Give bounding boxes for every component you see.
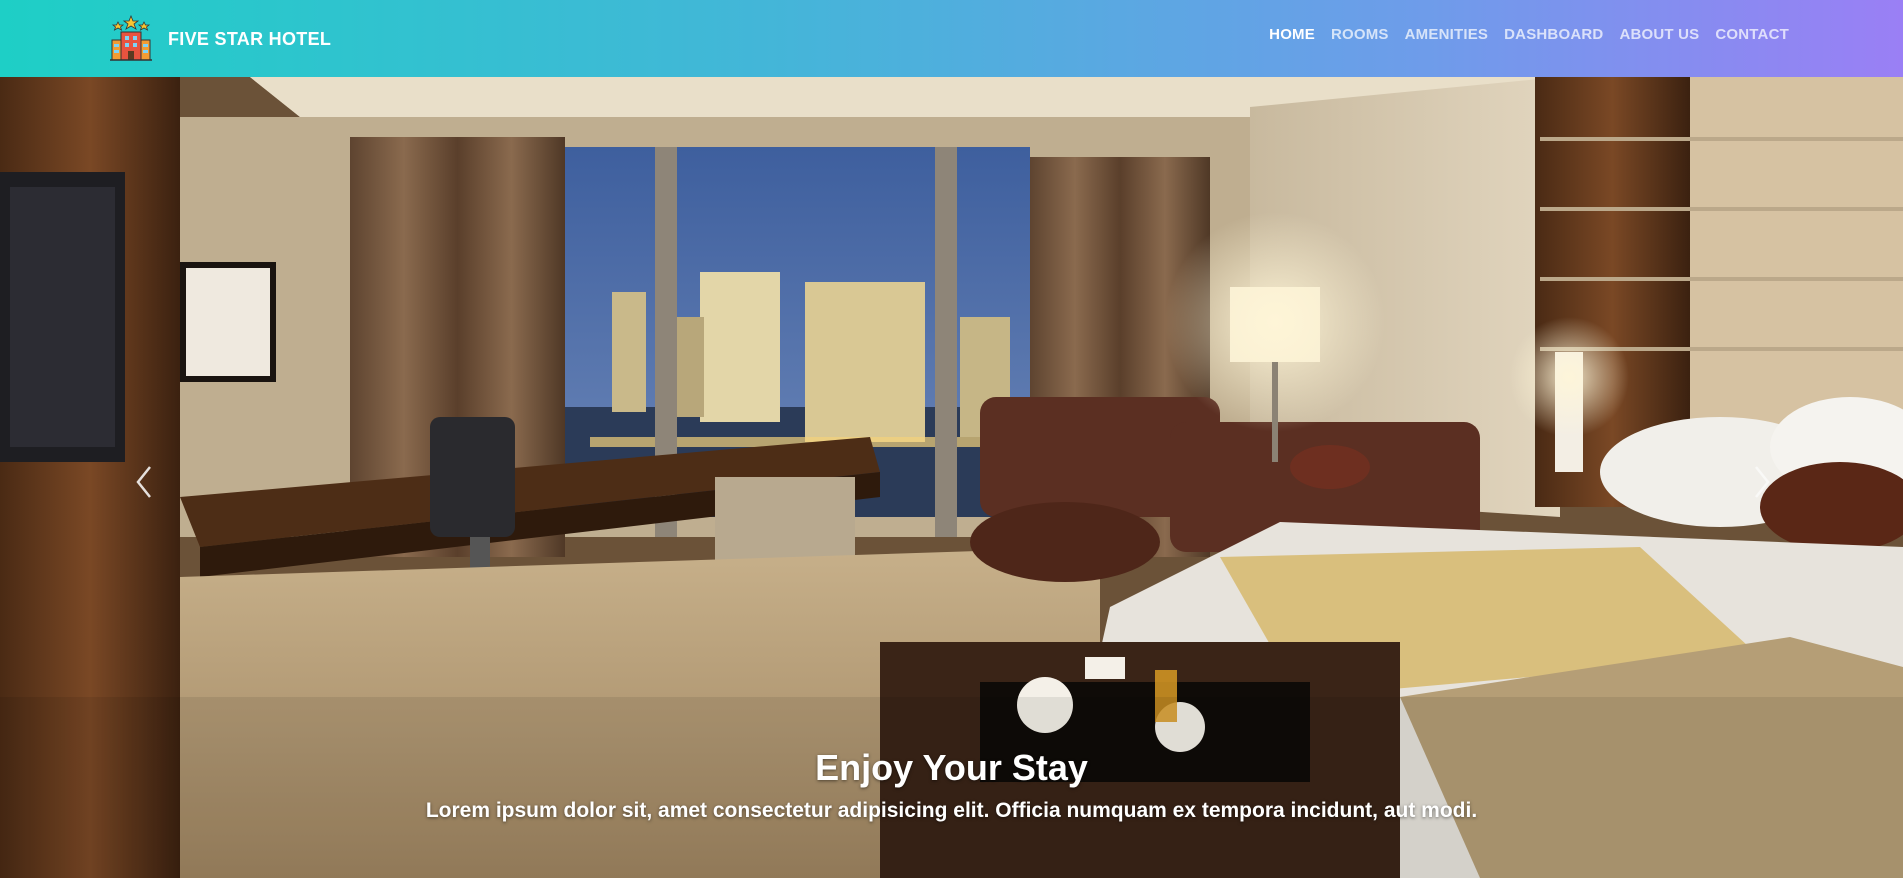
nav-contact[interactable]: CONTACT — [1715, 26, 1789, 43]
nav-rooms[interactable]: ROOMS — [1331, 26, 1389, 43]
chevron-right-icon — [1755, 466, 1770, 498]
carousel-next-button[interactable] — [1742, 457, 1782, 507]
nav-menu: HOME ROOMS AMENITIES DASHBOARD ABOUT US … — [1269, 26, 1789, 44]
nav-amenities[interactable]: AMENITIES — [1405, 26, 1488, 43]
top-navbar: FIVE STAR HOTEL HOME ROOMS AMENITIES DAS… — [0, 0, 1903, 77]
carousel-caption-text: Lorem ipsum dolor sit, amet consectetur … — [425, 799, 1478, 822]
hero-carousel: Enjoy Your Stay Lorem ipsum dolor sit, a… — [0, 77, 1903, 878]
carousel-caption-title: Enjoy Your Stay — [815, 747, 1088, 788]
chevron-left-icon — [136, 466, 151, 498]
hotel-building-stars-icon — [110, 14, 152, 61]
brand-link[interactable]: FIVE STAR HOTEL — [106, 14, 331, 64]
nav-dashboard[interactable]: DASHBOARD — [1504, 26, 1603, 43]
carousel-prev-button[interactable] — [124, 457, 164, 507]
nav-home[interactable]: HOME — [1269, 26, 1315, 43]
nav-about-us[interactable]: ABOUT US — [1619, 26, 1699, 43]
brand-name: FIVE STAR HOTEL — [168, 28, 332, 49]
